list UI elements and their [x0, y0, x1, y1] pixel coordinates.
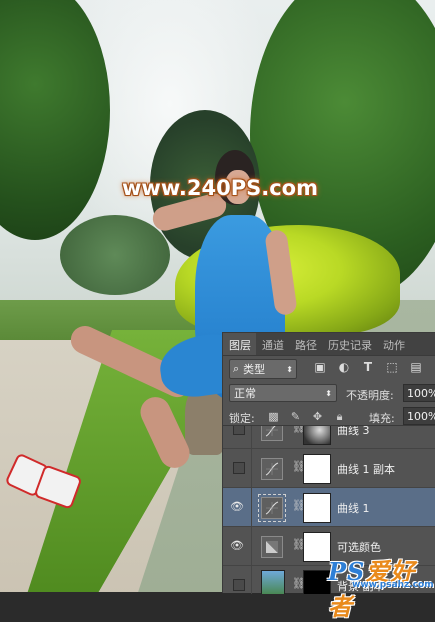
type-filter-icon[interactable]: T — [361, 360, 375, 374]
eye-icon[interactable]: 👁︎ — [229, 500, 245, 514]
filter-row: ⌕ 类型 ⬍ ▣ ◐ T ⬚ ▤ — [223, 356, 435, 380]
fill-label: 填充: — [369, 412, 395, 425]
chevron-updown-icon: ⬍ — [325, 388, 332, 398]
lock-row: 锁定: ▩ ✎ ✥ 🔒︎ 填充: 100% — [223, 405, 435, 427]
divider — [251, 566, 252, 594]
layer-mask-thumbnail[interactable] — [303, 493, 331, 523]
visibility-toggle-off[interactable] — [233, 579, 245, 591]
logo-url: www.psahz.com — [352, 580, 434, 590]
curves-adjustment-icon — [261, 426, 283, 441]
smart-object-filter-icon[interactable]: ▤ — [409, 360, 423, 374]
lock-image-icon[interactable]: ✎ — [289, 410, 302, 423]
visibility-toggle-off[interactable] — [233, 462, 245, 474]
lock-transparent-icon[interactable]: ▩ — [267, 410, 280, 423]
layer-name[interactable]: 曲线 1 副本 — [337, 461, 395, 477]
opacity-label: 不透明度: — [346, 389, 394, 402]
tab-paths[interactable]: 路径 — [289, 333, 322, 355]
layer-name[interactable]: 曲线 1 — [337, 500, 370, 516]
search-icon: ⌕ — [233, 362, 240, 375]
curves-adjustment-icon — [258, 494, 286, 522]
layer-kind-filter[interactable]: ⌕ 类型 ⬍ — [229, 359, 297, 379]
lock-position-icon[interactable]: ✥ — [311, 410, 324, 423]
chevron-updown-icon: ⬍ — [286, 364, 293, 374]
layer-mask-thumbnail[interactable] — [303, 454, 331, 484]
divider — [251, 488, 252, 526]
layer-mask-thumbnail[interactable] — [303, 426, 331, 445]
tab-layers[interactable]: 图层 — [223, 333, 256, 355]
layer-thumbnail[interactable] — [261, 570, 285, 594]
shape-filter-icon[interactable]: ⬚ — [385, 360, 399, 374]
curves-adjustment-icon — [261, 458, 283, 480]
tab-channels[interactable]: 通道 — [256, 333, 289, 355]
panel-tabs: 图层 通道 路径 历史记录 动作 — [223, 333, 435, 356]
layer-row[interactable]: ⛓ 曲线 1 副本 — [223, 449, 435, 488]
filter-kind-label: 类型 — [243, 363, 266, 376]
layer-row[interactable]: ⛓ 曲线 3 — [223, 426, 435, 449]
divider — [251, 527, 252, 565]
tab-actions[interactable]: 动作 — [377, 333, 410, 355]
site-logo: PS爱好者 www.psahz.com — [328, 552, 434, 621]
divider — [251, 426, 252, 448]
blend-mode-value: 正常 — [234, 387, 256, 400]
lock-label: 锁定: — [229, 412, 255, 425]
watermark-text: www.240PS.com — [122, 176, 318, 200]
layer-row-selected[interactable]: 👁︎ ⛓ 曲线 1 — [223, 488, 435, 527]
layer-mask-thumbnail[interactable] — [303, 532, 331, 562]
eye-icon[interactable]: 👁︎ — [229, 539, 245, 553]
tree-background — [60, 215, 170, 295]
lock-all-icon[interactable]: 🔒︎ — [333, 410, 346, 423]
adjustment-filter-icon[interactable]: ◐ — [337, 360, 351, 374]
opacity-input[interactable]: 100% — [403, 384, 435, 402]
layer-name[interactable]: 曲线 3 — [337, 426, 370, 438]
tab-history[interactable]: 历史记录 — [322, 333, 377, 355]
blend-row: 正常 ⬍ 不透明度: 100% — [223, 381, 435, 405]
visibility-toggle-off[interactable] — [233, 426, 245, 435]
pixel-filter-icon[interactable]: ▣ — [313, 360, 327, 374]
fill-input[interactable]: 100% — [403, 407, 435, 425]
divider — [251, 449, 252, 487]
layer-mask-thumbnail[interactable] — [303, 570, 331, 594]
selective-color-adjustment-icon — [261, 536, 283, 558]
blend-mode-select[interactable]: 正常 ⬍ — [229, 384, 337, 402]
